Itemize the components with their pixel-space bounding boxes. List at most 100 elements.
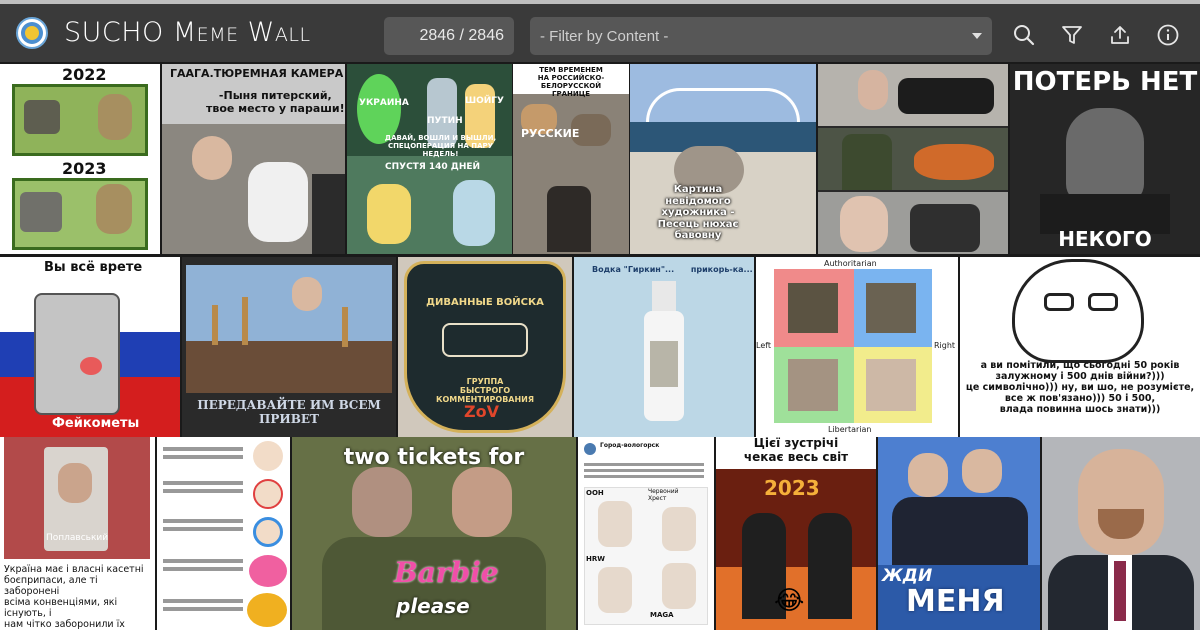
filter-placeholder: - Filter by Content -: [540, 27, 669, 45]
meme-image: [650, 341, 678, 387]
meme-tile-2022-2023-tanks[interactable]: 2022 2023: [0, 64, 160, 254]
meme-image: [1114, 561, 1126, 621]
meme-wall: 2022 2023 ГААГА.ТЮРЕМНАЯ КАМЕРА -Пыня пи…: [0, 62, 1200, 630]
meme-caption: Цієї зустрічі чекає весь світ: [743, 437, 849, 464]
compass-label-top: Authoritarian: [824, 259, 877, 268]
meme-text-lines: [163, 447, 243, 451]
meme-image: [212, 305, 218, 345]
meme-caption: Червоний Хрест: [648, 488, 679, 502]
meme-caption: ШОЙГУ: [465, 96, 504, 106]
meme-caption: ДИВАННЫЕ ВОЙСКА: [426, 297, 544, 308]
meme-caption: Поплавський: [46, 533, 109, 543]
meme-image: [788, 359, 838, 411]
meme-image: [1088, 293, 1118, 311]
meme-image: [598, 501, 632, 547]
compass-label-bottom: Libertarian: [828, 425, 872, 434]
logo-sun: [25, 26, 39, 40]
meme-caption: а ви помітили, що сьогодні 50 років залу…: [965, 360, 1195, 415]
meme-tile-tweet-reactions[interactable]: Город-вологорск ООН Червоний Хрест HRW M…: [578, 437, 714, 630]
compass-label-left: Left: [756, 341, 772, 350]
meme-caption: Картина невідомого художника - Песець ню…: [657, 184, 739, 241]
meme-caption: РУССКИЕ: [521, 127, 580, 140]
meme-image: [547, 186, 591, 252]
meme-caption: 2023: [764, 476, 820, 500]
meme-image: [866, 359, 916, 411]
meme-tile-2023-meeting[interactable]: Цієї зустрічі чекає весь світ 2023 😂: [716, 437, 876, 630]
meme-tile-cemetery[interactable]: ПЕРЕДАВАЙТЕ ИМ ВСЕМ ПРИВЕТ: [182, 257, 396, 437]
content-filter-select[interactable]: - Filter by Content -: [530, 17, 992, 55]
meme-image: [253, 517, 283, 547]
meme-caption: МЕНЯ: [906, 584, 1005, 619]
meme-caption: ТЕМ ВРЕМЕНЕМ НА РОССИЙСКО-БЕЛОРУССКОЙ ГР…: [537, 66, 605, 99]
meme-tile-binoculars[interactable]: [818, 64, 1008, 254]
meme-image: [1066, 108, 1144, 204]
meme-caption: 2022: [62, 65, 107, 84]
meme-image: [367, 184, 411, 244]
meme-image: [962, 449, 1002, 493]
meme-caption: -Пыня питерский, твое место у параши!: [206, 89, 345, 115]
avatar: [584, 443, 596, 455]
meme-image: [910, 204, 980, 252]
meme-image: [858, 70, 888, 110]
meme-tile-wait-for-me[interactable]: ЖДИ МЕНЯ: [878, 437, 1040, 630]
meme-caption: Вы всё врете: [44, 260, 143, 275]
meme-image: [186, 341, 392, 393]
meme-caption: Город-вологорск: [600, 442, 660, 449]
chevron-down-icon: [972, 33, 982, 39]
meme-image: [646, 88, 800, 122]
meme-image: [58, 463, 92, 503]
meme-tile-no-losses[interactable]: ПОТЕРЬ НЕТ НЕКОГО ТЕРЯТЬ: [1010, 64, 1200, 254]
meme-caption: MAGA: [650, 611, 674, 619]
meme-image: [1012, 259, 1144, 363]
meme-image: [662, 563, 696, 609]
meme-tile-poplavsky-cassette[interactable]: Поплавський Україна має і власні касетні…: [0, 437, 155, 630]
meme-caption: УКРАИНА: [359, 98, 409, 108]
meme-image: [662, 507, 696, 551]
meme-image: [20, 192, 62, 232]
meme-tile-clown-text[interactable]: [157, 437, 290, 630]
info-icon[interactable]: [1156, 23, 1180, 47]
compass-label-right: Right: [934, 341, 956, 350]
meme-image: [96, 184, 132, 234]
meme-image: [98, 94, 132, 140]
meme-caption: ГААГА.ТЮРЕМНАЯ КАМЕРА: [170, 67, 344, 80]
meme-caption: 2023: [62, 159, 107, 178]
meme-text-lines: [584, 463, 704, 466]
sucho-logo[interactable]: [16, 17, 48, 49]
meme-tile-rick-morty[interactable]: УКРАИНА ПУТИН ШОЙГУ ДАВАЙ, ВОШЛИ И ВЫШЛИ…: [347, 64, 512, 254]
meme-tile-barbie-tickets[interactable]: two tickets for Barbie please: [292, 437, 576, 630]
meme-caption: ПОТЕРЬ НЕТ: [1012, 67, 1198, 97]
meme-image: [914, 144, 994, 180]
meme-caption: СПУСТЯ 140 ДНЕЙ: [385, 162, 481, 172]
meme-caption: ДАВАЙ, ВОШЛИ И ВЫШЛИ, СПЕЦОПЕРАЦИЯ НА ПА…: [384, 134, 497, 159]
filter-icon[interactable]: [1060, 23, 1084, 47]
meme-caption: two tickets for: [343, 445, 525, 470]
meme-tile-political-compass[interactable]: Authoritarian Left Right Libertarian: [756, 257, 958, 437]
meme-caption: ГРУППА БЫСТРОГО КОММЕНТИРОВАНИЯ: [435, 377, 535, 405]
meme-image: [248, 162, 308, 242]
meme-caption: Водка "Гиркин"... прикорь-ка...: [592, 265, 753, 274]
laughing-emoji: 😂: [774, 586, 805, 616]
meme-caption: please: [396, 594, 470, 618]
meme-image: [840, 196, 888, 252]
meme-tile-vodka-girkin[interactable]: Водка "Гиркин"... прикорь-ка...: [574, 257, 754, 437]
upload-icon[interactable]: [1108, 23, 1132, 47]
meme-caption: ООН: [586, 489, 604, 497]
meme-caption: ZoV: [464, 402, 499, 421]
meme-tile-putin-lenin[interactable]: [1042, 437, 1200, 630]
meme-image: [342, 307, 348, 347]
meme-image: [866, 283, 916, 333]
meme-tile-hague-prison[interactable]: ГААГА.ТЮРЕМНАЯ КАМЕРА -Пыня питерский, т…: [162, 64, 345, 254]
sofa-icon: [442, 323, 528, 357]
meme-image: [652, 281, 676, 311]
meme-tile-bridge-fox[interactable]: Картина невідомого художника - Песець ню…: [630, 64, 816, 254]
meme-image: [253, 479, 283, 509]
meme-tile-border-cats[interactable]: ТЕМ ВРЕМЕНЕМ НА РОССИЙСКО-БЕЛОРУССКОЙ ГР…: [513, 64, 629, 254]
meme-tile-couch-troops[interactable]: ДИВАННЫЕ ВОЙСКА ГРУППА БЫСТРОГО КОММЕНТИ…: [398, 257, 572, 437]
meme-image: [253, 441, 283, 471]
meme-image: [34, 293, 120, 415]
meme-tile-fakes-flag[interactable]: Вы всё врете Фейкометы: [0, 257, 180, 437]
meme-counter: 2846 / 2846: [384, 17, 514, 55]
meme-tile-wojak-50-500[interactable]: а ви помітили, що сьогодні 50 років залу…: [960, 257, 1200, 437]
search-icon[interactable]: [1012, 23, 1036, 47]
